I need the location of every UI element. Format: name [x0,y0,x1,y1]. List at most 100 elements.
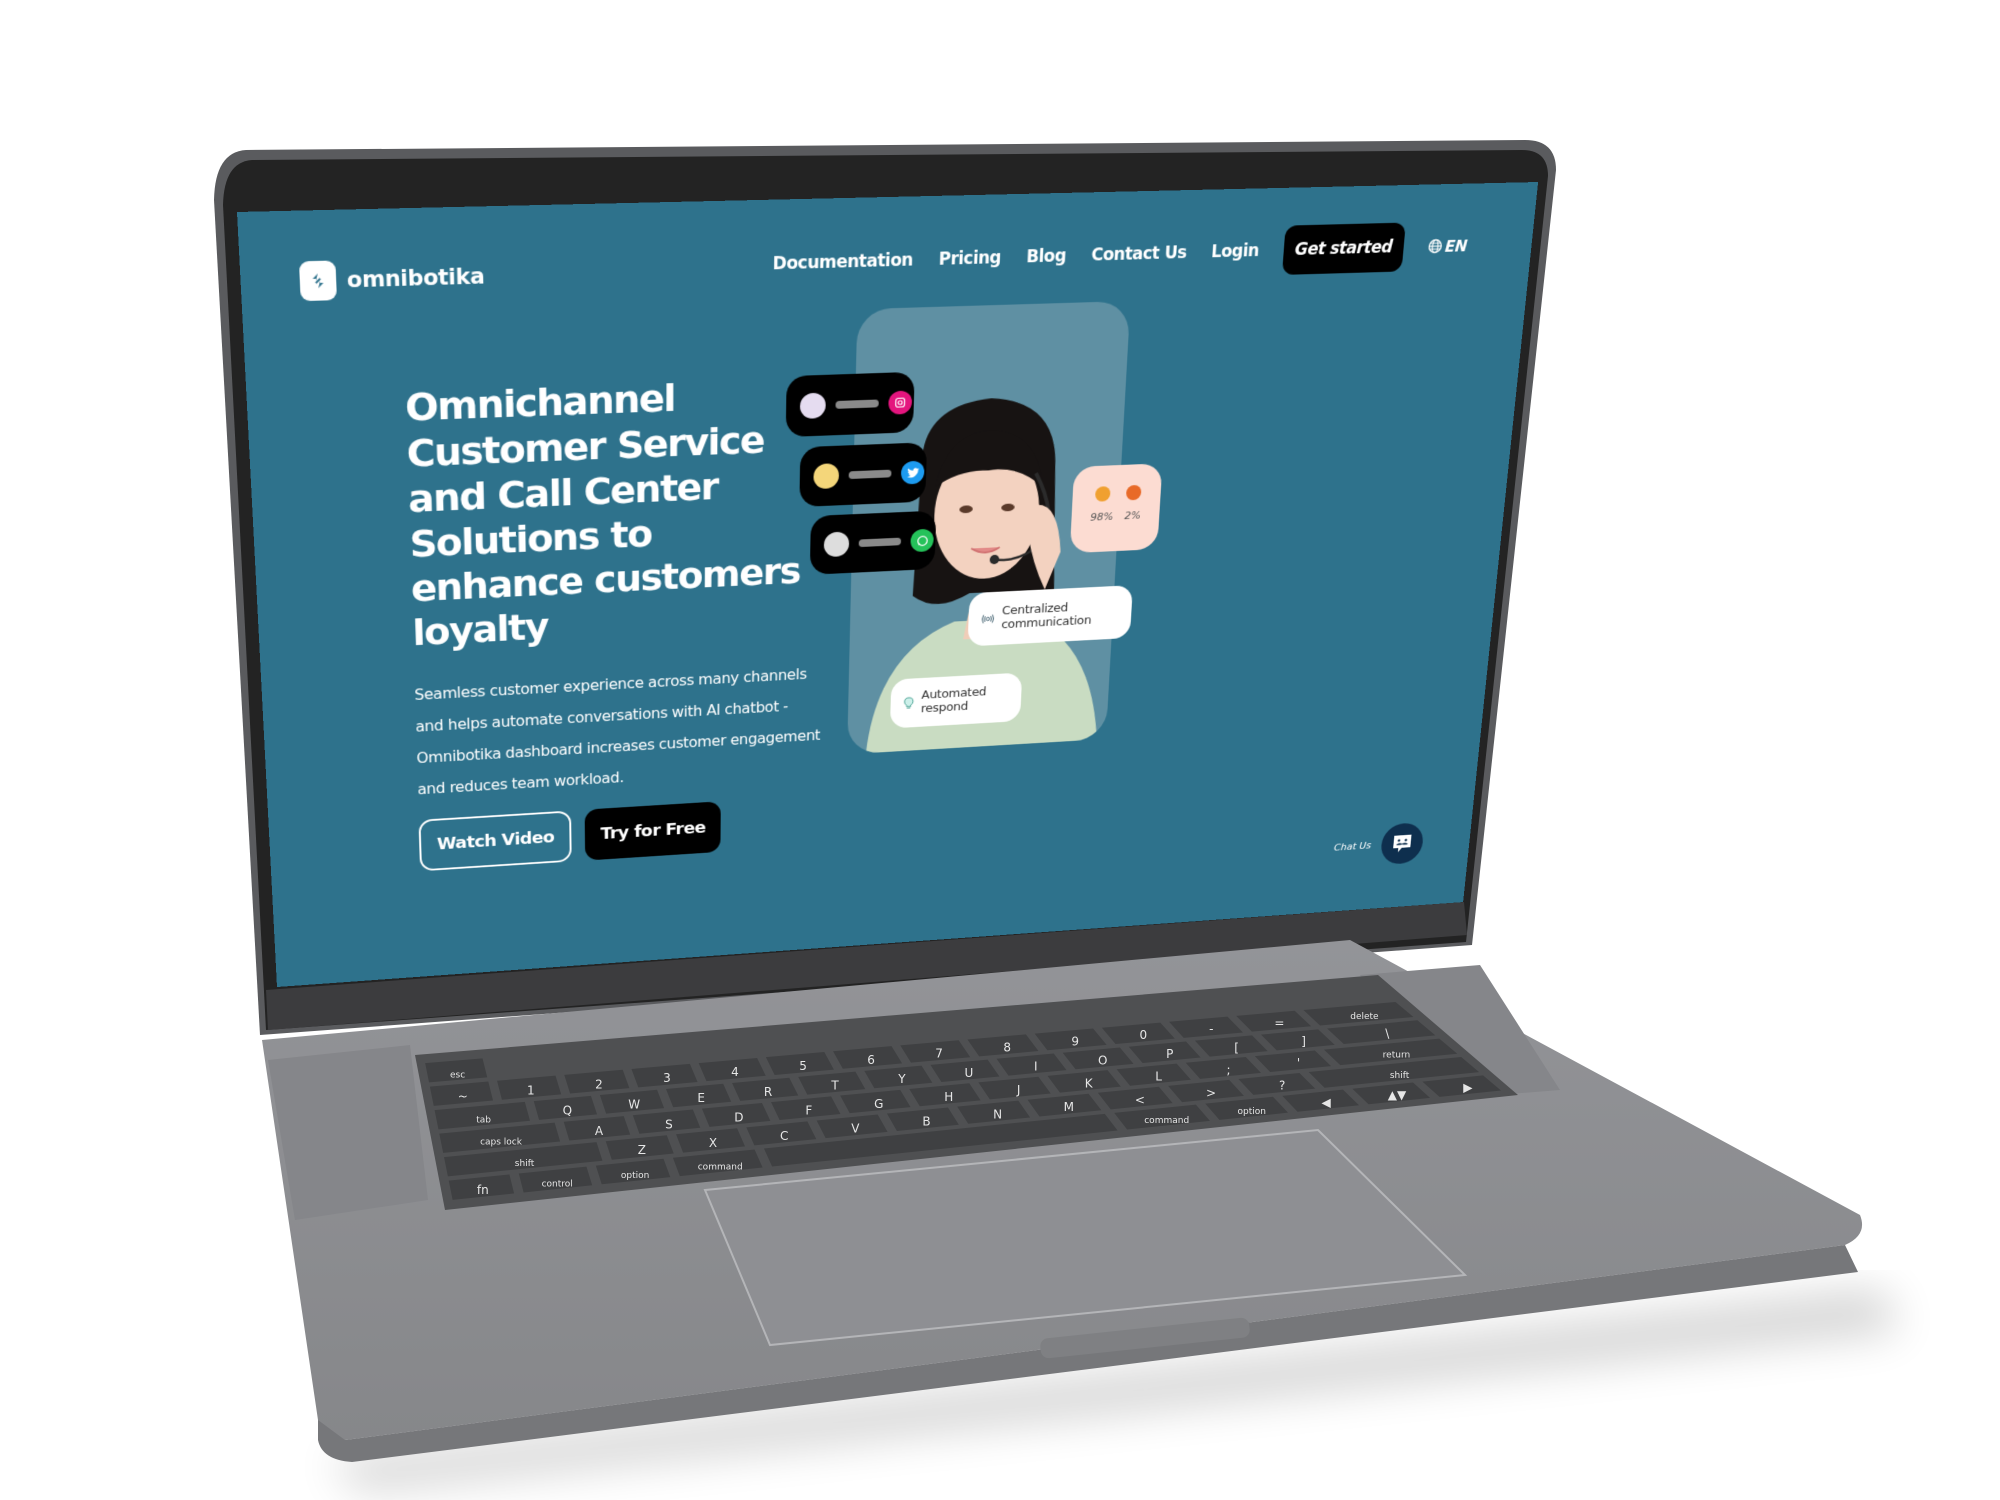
speaker-left [268,1045,428,1220]
keyboard-key-label: shift [1390,1071,1410,1081]
keyboard-key-label: ▶ [1463,1081,1473,1095]
keyboard-key-label: G [874,1097,883,1111]
sentiment-positive: 98% [1089,486,1115,552]
brand-name: omnibotika [346,263,485,293]
hero-section: Omnichannel Customer Service and Call Ce… [404,370,820,872]
channel-card-whatsapp [809,510,937,575]
keyboard-key-label: V [851,1122,860,1136]
feature-label: Automated respond [920,685,987,716]
keyboard-key-label: 0 [1139,1028,1147,1042]
nav-pricing[interactable]: Pricing [938,248,1001,270]
keyboard-key-label: I [1034,1060,1038,1074]
keyboard-key-label: X [709,1136,717,1150]
language-selector[interactable]: EN [1427,236,1469,256]
keyboard-key-label: 9 [1071,1034,1079,1048]
nav-login[interactable]: Login [1211,241,1260,262]
channel-card-twitter [799,442,928,508]
sentiment-card: 98% 2% [1069,463,1163,554]
language-code: EN [1444,236,1469,256]
hero-title: Omnichannel Customer Service and Call Ce… [404,376,801,654]
keyboard-key-label: 2 [595,1077,603,1091]
message-placeholder-bar [848,469,892,480]
keyboard-key-label: 3 [663,1071,671,1085]
keyboard-key-label: D [734,1110,743,1124]
instagram-icon [888,390,913,415]
keyboard-key-label: option [621,1171,649,1181]
keyboard-key-label: P [1166,1047,1173,1061]
keyboard-key-label: fn [477,1183,489,1197]
keyboard-key-label: esc [450,1070,465,1080]
chatbot-mustache-icon [1392,834,1412,853]
keyboard-key-label: 5 [799,1059,807,1073]
keyboard-key-label: S [665,1117,673,1131]
sentiment-positive-value: 98% [1090,510,1114,524]
keyboard-key-label: ; [1227,1063,1231,1077]
channel-card-instagram [785,371,915,438]
globe-icon [1427,238,1443,254]
keyboard-key-label: caps lock [480,1138,523,1148]
broadcast-icon [981,612,994,625]
lightbulb-icon [904,695,914,712]
heart-eyes-emoji-icon [1095,486,1111,502]
keyboard-key-label: H [944,1090,953,1104]
keyboard-key-label: M [1064,1100,1074,1114]
keyboard-key-label: W [628,1097,640,1111]
hero-buttons: Watch Video Try for Free [418,796,804,872]
chat-widget-button[interactable] [1379,822,1425,866]
keyboard-key-label: Q [563,1104,572,1118]
keyboard-key-label: L [1155,1070,1162,1084]
keyboard-key-label: B [922,1115,930,1129]
keyboard-key-label: ~ [458,1090,468,1104]
keyboard-key-label: Z [638,1143,646,1157]
keyboard-key-label: T [830,1079,839,1093]
keyboard-key-label: option [1238,1107,1266,1117]
keyboard-key-label: ◀ [1322,1095,1332,1109]
keyboard-key-label: 4 [731,1065,739,1079]
keyboard-key-label: A [595,1124,604,1138]
feature-automated-respond: Automated respond [889,672,1023,729]
try-for-free-button[interactable]: Try for Free [584,801,721,861]
keyboard-key-label: > [1206,1086,1216,1100]
keyboard-key-label: shift [515,1159,535,1169]
sentiment-negative-value: 2% [1124,509,1142,522]
customer-avatar [799,392,826,419]
watch-video-button[interactable]: Watch Video [418,810,573,872]
keyboard-key-label: command [1144,1116,1189,1126]
keyboard-key-label: K [1085,1076,1094,1090]
keyboard-key-label: N [993,1107,1002,1121]
keyboard-key-label: ▲▼ [1388,1088,1407,1102]
keyboard-key-label: - [1209,1022,1213,1036]
feature-label: Centralized communication [1001,601,1092,632]
keyboard-key-label: ? [1279,1079,1285,1093]
brand-logo[interactable]: omnibotika [298,257,485,302]
angry-emoji-icon [1126,484,1142,501]
keyboard-key-label: delete [1350,1012,1379,1022]
nav-contact-us[interactable]: Contact Us [1091,243,1187,265]
keyboard-key-label: ' [1297,1056,1300,1070]
keyboard-key-label: J [1016,1083,1021,1097]
message-placeholder-bar [858,537,902,548]
customer-avatar [823,531,850,558]
keyboard-key-label: 1 [527,1084,535,1098]
keyboard-key-label: F [805,1104,812,1118]
customer-avatar [813,463,840,490]
top-nav: omnibotika Documentation Pricing Blog Co… [239,211,1535,307]
sentiment-negative: 2% [1122,484,1142,551]
keyboard-key-label: Y [897,1072,906,1086]
whatsapp-icon [910,528,934,553]
keyboard-key-label: = [1274,1016,1284,1030]
keyboard-key-label: E [697,1091,705,1105]
keyboard-key-label: R [764,1085,772,1099]
keyboard-key-label: 6 [867,1053,875,1067]
nav-blog[interactable]: Blog [1026,246,1067,267]
chat-us-label[interactable]: Chat Us [1334,840,1372,853]
keyboard-key-label: command [698,1162,743,1172]
get-started-button[interactable]: Get started [1281,222,1406,275]
keyboard-key-label: return [1383,1050,1411,1060]
nav-documentation[interactable]: Documentation [773,250,914,274]
keyboard-key-label: U [964,1066,973,1080]
twitter-icon [900,460,925,485]
keyboard-key-label: ] [1301,1034,1306,1048]
logo-mark-icon [298,260,337,302]
nav-links: Documentation Pricing Blog Contact Us Lo… [772,221,1470,290]
